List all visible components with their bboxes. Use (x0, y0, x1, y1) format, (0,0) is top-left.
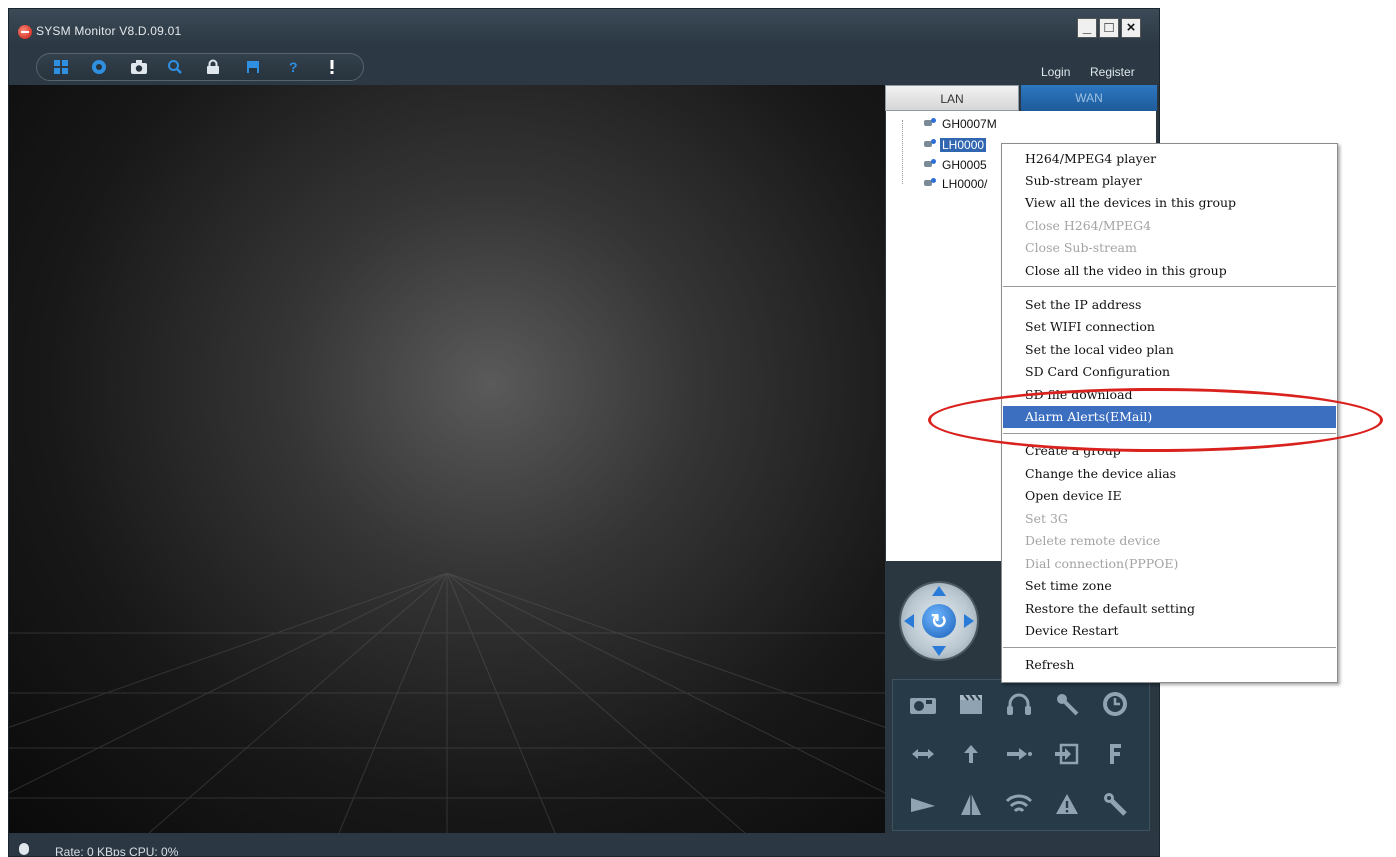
wifi-icon[interactable] (999, 786, 1039, 822)
menu-item-alarm-alerts[interactable]: Alarm Alerts(EMail) (1003, 406, 1336, 428)
ptz-up-icon[interactable] (932, 586, 946, 596)
login-link[interactable]: Login (1041, 65, 1070, 79)
grid-icon[interactable] (51, 58, 71, 76)
menu-item-sd-card-config[interactable]: SD Card Configuration (1003, 361, 1336, 383)
register-link[interactable]: Register (1090, 65, 1135, 79)
menu-item-local-video-plan[interactable]: Set the local video plan (1003, 339, 1336, 361)
camera-device-icon (924, 118, 936, 130)
warning-icon[interactable] (1047, 786, 1087, 822)
toolbar-icon-group: ? (36, 53, 364, 81)
menu-item-set-3g: Set 3G (1025, 511, 1068, 526)
menu-separator (1003, 433, 1336, 434)
control-grid (892, 679, 1150, 831)
ptz-control[interactable]: ↻ (901, 583, 977, 659)
app-window: SYSM Monitor V8.D.09.01 _ □ × ? Login Re… (8, 8, 1160, 857)
audio-icon[interactable] (999, 686, 1039, 722)
menu-item-set-wifi[interactable]: Set WIFI connection (1003, 316, 1336, 338)
camera-icon[interactable] (129, 58, 149, 76)
video-viewport[interactable] (9, 85, 885, 833)
title-bar: SYSM Monitor V8.D.09.01 _ □ × (9, 9, 1159, 47)
menu-item-set-ip-address[interactable]: Set the IP address (1003, 294, 1336, 316)
tab-lan[interactable]: LAN (885, 85, 1019, 111)
tree-connector-lines (902, 120, 925, 184)
tree-item-device-4[interactable]: LH0000/ (924, 175, 989, 193)
camera-device-icon (924, 159, 936, 171)
device-label: LH0000 (940, 138, 987, 152)
snapshot-icon[interactable] (903, 686, 943, 722)
swap-horizontal-icon[interactable] (903, 736, 943, 772)
tab-wan[interactable]: WAN (1021, 85, 1157, 111)
menu-item-restore-default[interactable]: Restore the default setting (1003, 598, 1336, 620)
play-icon[interactable] (903, 786, 943, 822)
camera-device-icon (924, 139, 936, 151)
menu-item-refresh[interactable]: Refresh (1003, 654, 1336, 676)
close-button[interactable]: × (1121, 18, 1141, 38)
arrow-up-icon[interactable] (951, 736, 991, 772)
device-label: LH0000/ (942, 177, 988, 191)
app-logo-icon (18, 25, 32, 39)
menu-item-h264-player[interactable]: H264/MPEG4 player (1003, 148, 1336, 170)
device-label: GH0007M (942, 117, 997, 131)
device-label: GH0005 (942, 158, 987, 172)
menu-item-close-sub-stream: Close Sub-stream (1025, 240, 1137, 255)
arrow-right-icon[interactable] (999, 736, 1039, 772)
ptz-down-icon[interactable] (932, 646, 946, 656)
ptz-left-icon[interactable] (904, 614, 914, 628)
help-icon[interactable]: ? (283, 58, 303, 76)
mouse-icon (19, 843, 29, 855)
status-text: Rate: 0 KBps CPU: 0% (55, 845, 179, 857)
status-bar: Rate: 0 KBps CPU: 0% (9, 833, 1159, 857)
talk-icon[interactable] (1047, 686, 1087, 722)
minimize-button[interactable]: _ (1077, 18, 1097, 38)
maximize-button[interactable]: □ (1099, 18, 1119, 38)
menu-item-dial-connection: Dial connection(PPPOE) (1025, 556, 1179, 571)
settings-icon[interactable] (89, 58, 109, 76)
record-icon[interactable] (951, 686, 991, 722)
clock-icon[interactable] (1095, 686, 1135, 722)
info-icon[interactable] (322, 58, 342, 76)
tree-item-device-2[interactable]: LH0000 (924, 136, 987, 154)
menu-item-sd-file-download[interactable]: SD file download (1003, 384, 1336, 406)
menu-item-close-all-video[interactable]: Close all the video in this group (1003, 260, 1336, 282)
wrench-icon[interactable] (1095, 786, 1135, 822)
camera-device-icon (924, 178, 936, 190)
toolbar: ? Login Register (9, 47, 1159, 85)
menu-item-device-restart[interactable]: Device Restart (1003, 620, 1336, 642)
menu-item-view-all-devices[interactable]: View all the devices in this group (1003, 192, 1336, 214)
menu-item-open-device-ie[interactable]: Open device IE (1003, 485, 1336, 507)
menu-item-create-group[interactable]: Create a group (1003, 440, 1336, 462)
menu-item-delete-remote-device: Delete remote device (1025, 533, 1161, 548)
lock-icon[interactable] (203, 58, 223, 76)
ptz-right-icon[interactable] (964, 614, 974, 628)
tree-item-device-3[interactable]: GH0005 (924, 156, 989, 174)
tree-item-device-1[interactable]: GH0007M (924, 115, 999, 133)
menu-item-close-h264: Close H264/MPEG4 (1025, 218, 1152, 233)
menu-separator (1003, 647, 1336, 648)
pyramid-icon[interactable] (951, 786, 991, 822)
search-icon[interactable] (165, 58, 185, 76)
menu-item-sub-stream-player[interactable]: Sub-stream player (1003, 170, 1336, 192)
menu-separator (1003, 286, 1336, 287)
window-title: SYSM Monitor V8.D.09.01 (36, 24, 182, 38)
svg-text:?: ? (289, 59, 298, 75)
context-menu: H264/MPEG4 player Sub-stream player View… (1001, 143, 1338, 683)
menu-item-set-time-zone[interactable]: Set time zone (1003, 575, 1336, 597)
focus-icon[interactable] (1095, 736, 1135, 772)
menu-item-change-alias[interactable]: Change the device alias (1003, 463, 1336, 485)
ptz-refresh-icon[interactable]: ↻ (922, 604, 956, 638)
save-icon[interactable] (243, 58, 263, 76)
floor-grid-decoration (9, 573, 885, 833)
enter-icon[interactable] (1047, 736, 1087, 772)
